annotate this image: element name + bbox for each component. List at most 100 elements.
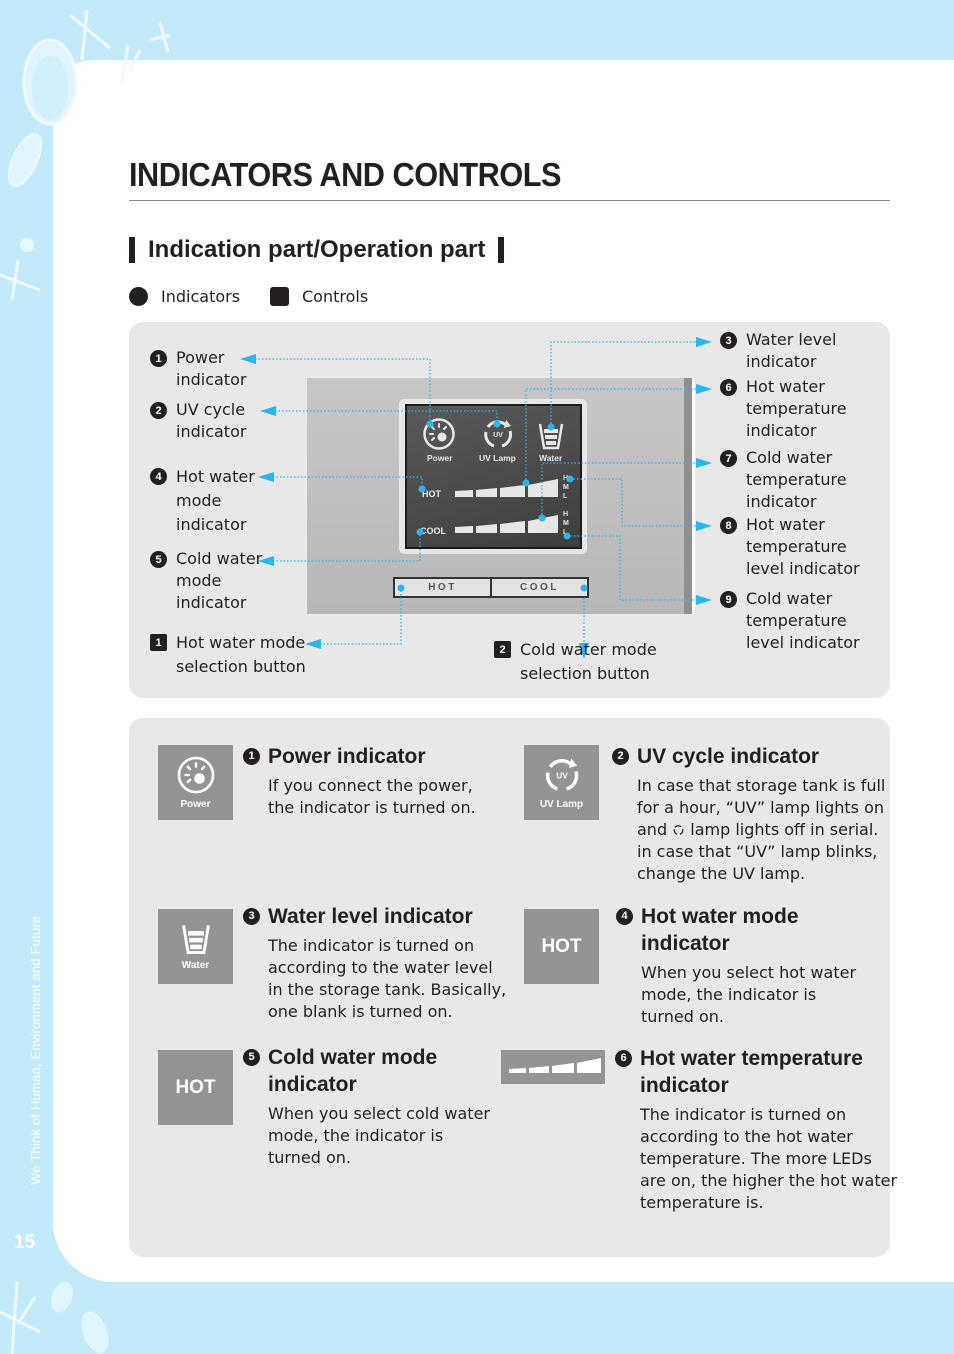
thumb-water: Water bbox=[158, 909, 233, 984]
callout-uv-cycle-indicator: 2 UV cycle indicator bbox=[150, 399, 246, 443]
callout-cold-water-selection-button: 2 Cold water mode selection button bbox=[494, 638, 657, 686]
callout-number: 9 bbox=[720, 591, 737, 608]
callout-number: 1 bbox=[150, 350, 167, 367]
item-title: Hot water mode indicator bbox=[641, 905, 799, 955]
thumb-caption: UV Lamp bbox=[539, 799, 584, 810]
thumb-cold-mode: HOT bbox=[158, 1050, 233, 1125]
callout-label: Hot water mode selection button bbox=[176, 633, 306, 676]
thumb-caption: Power bbox=[180, 799, 211, 810]
uv-cycle-icon: UV bbox=[484, 420, 512, 448]
item-body: In case that storage tank is full for a … bbox=[637, 776, 886, 883]
callout-number: 1 bbox=[150, 634, 167, 651]
callout-number: 6 bbox=[720, 379, 737, 396]
water-cup-icon bbox=[538, 423, 564, 450]
item-number: 2 bbox=[612, 748, 629, 765]
item-body: The indicator is turned on according to … bbox=[640, 1105, 898, 1212]
item-number: 5 bbox=[243, 1049, 260, 1066]
lcd-hot-label: HOT bbox=[422, 489, 441, 499]
item-number: 6 bbox=[615, 1050, 632, 1067]
uv-cycle-inline-icon bbox=[673, 825, 684, 835]
thumb-caption: Water bbox=[181, 960, 210, 971]
item-body: If you connect the power, the indicator … bbox=[268, 776, 476, 817]
callout-label: Cold water temperature level indicator bbox=[746, 589, 860, 652]
cold-water-mode-button[interactable]: COOL bbox=[492, 579, 587, 596]
legend-controls: Controls bbox=[270, 287, 368, 306]
item-body: The indicator is turned on according to … bbox=[268, 936, 507, 1021]
section-heading-text: Indication part/Operation part bbox=[148, 236, 486, 263]
callout-hot-water-temperature-level-indicator: 8 Hot water temperature level indicator bbox=[720, 514, 860, 580]
callout-number: 3 bbox=[720, 332, 737, 349]
description-hot-water-temperature-indicator: 6 Hot water temperature indicator The ind… bbox=[615, 1045, 897, 1214]
power-icon bbox=[423, 418, 455, 450]
description-cold-water-mode-indicator: 5 Cold water mode indicator When you sele… bbox=[243, 1044, 490, 1169]
item-number: 3 bbox=[243, 908, 260, 925]
page-title: INDICATORS AND CONTROLS bbox=[129, 156, 562, 193]
temperature-bar-icon bbox=[509, 1058, 601, 1073]
callout-cold-water-temperature-indicator: 7 Cold water temperature indicator bbox=[720, 447, 847, 513]
callout-hot-water-selection-button: 1 Hot water mode selection button bbox=[150, 631, 306, 679]
legend-indicators: Indicators bbox=[129, 287, 240, 306]
petal-decoration-icon bbox=[0, 133, 43, 301]
section-heading: Indication part/Operation part bbox=[129, 236, 505, 264]
water-cup-icon bbox=[181, 925, 210, 955]
thumb-hot-mode: HOT bbox=[524, 909, 599, 984]
callout-label: Cold water mode indicator bbox=[176, 549, 263, 612]
cold-level-letters: HML bbox=[563, 511, 569, 536]
item-body: When you select hot water mode, the indi… bbox=[641, 963, 857, 1026]
item-title: Cold water mode indicator bbox=[268, 1046, 438, 1096]
lcd-uv-lamp-label: UV Lamp bbox=[479, 453, 516, 463]
indicator-circle-icon bbox=[129, 287, 148, 306]
item-title: Hot water temperature indicator bbox=[640, 1047, 863, 1097]
callout-hot-water-mode-indicator: 4 Hot water mode indicator bbox=[150, 465, 255, 537]
callout-label: UV cycle indicator bbox=[176, 400, 247, 441]
svg-text:UV: UV bbox=[556, 772, 568, 781]
hot-text-icon: HOT bbox=[541, 935, 582, 957]
lcd-cool-label: COOL bbox=[420, 526, 446, 536]
heading-bar-right bbox=[498, 237, 505, 263]
callout-cold-water-mode-indicator: 5 Cold water mode indicator bbox=[150, 548, 262, 614]
item-title: Power indicator bbox=[268, 745, 426, 768]
callout-label: Cold water mode selection button bbox=[520, 640, 657, 683]
hot-text-icon: HOT bbox=[175, 1076, 216, 1098]
temperature-bars bbox=[455, 479, 558, 533]
device-edge bbox=[684, 378, 692, 614]
lcd-water-label: Water bbox=[539, 453, 563, 463]
item-title: UV cycle indicator bbox=[637, 745, 820, 768]
callout-label: Power indicator bbox=[176, 348, 247, 389]
callout-water-level-indicator: 3 Water level indicator bbox=[720, 329, 836, 373]
callout-power-indicator: 1 Power indicator bbox=[150, 347, 246, 391]
power-icon bbox=[177, 756, 214, 794]
mode-button-strip: HOT COOL bbox=[393, 577, 589, 598]
thumb-temperature-bar bbox=[501, 1050, 605, 1084]
page-number: 15 bbox=[14, 1232, 36, 1253]
item-number: 1 bbox=[243, 748, 260, 765]
callout-label: Water level indicator bbox=[746, 330, 837, 371]
title-divider bbox=[129, 200, 890, 201]
description-uv-cycle-indicator: 2 UV cycle indicator In case that storage… bbox=[612, 743, 885, 885]
item-number: 4 bbox=[616, 908, 633, 925]
callout-number: 8 bbox=[720, 517, 737, 534]
flower-decoration-bottom-icon bbox=[0, 1282, 109, 1354]
thumb-power: Power bbox=[158, 745, 233, 820]
uv-cycle-icon: UV bbox=[545, 758, 578, 791]
cold-temperature-bar-icon bbox=[455, 515, 558, 533]
callout-hot-water-temperature-indicator: 6 Hot water temperature indicator bbox=[720, 376, 847, 442]
legend-controls-label: Controls bbox=[302, 287, 369, 306]
callout-cold-water-temperature-level-indicator: 9 Cold water temperature level indicator bbox=[720, 588, 860, 654]
hot-level-letters: HML bbox=[563, 475, 569, 500]
description-water-level-indicator: 3 Water level indicator The indicator is … bbox=[243, 903, 506, 1023]
callout-number: 2 bbox=[494, 641, 511, 658]
callout-label: Hot water temperature level indicator bbox=[746, 515, 860, 578]
control-square-icon bbox=[270, 287, 289, 306]
callout-number: 2 bbox=[150, 402, 167, 419]
callout-number: 5 bbox=[150, 551, 167, 568]
lcd-power-label: Power bbox=[427, 453, 453, 463]
item-title: Water level indicator bbox=[268, 905, 473, 928]
callout-label: Cold water temperature indicator bbox=[746, 448, 847, 511]
side-tagline: We Think of Human, Environment and Futur… bbox=[28, 915, 43, 1185]
hot-temperature-bar-icon bbox=[455, 479, 558, 497]
callout-label: Hot water mode indicator bbox=[176, 467, 255, 534]
legend-indicators-label: Indicators bbox=[161, 287, 241, 306]
hot-water-mode-button[interactable]: HOT bbox=[395, 579, 490, 596]
callout-number: 7 bbox=[720, 450, 737, 467]
